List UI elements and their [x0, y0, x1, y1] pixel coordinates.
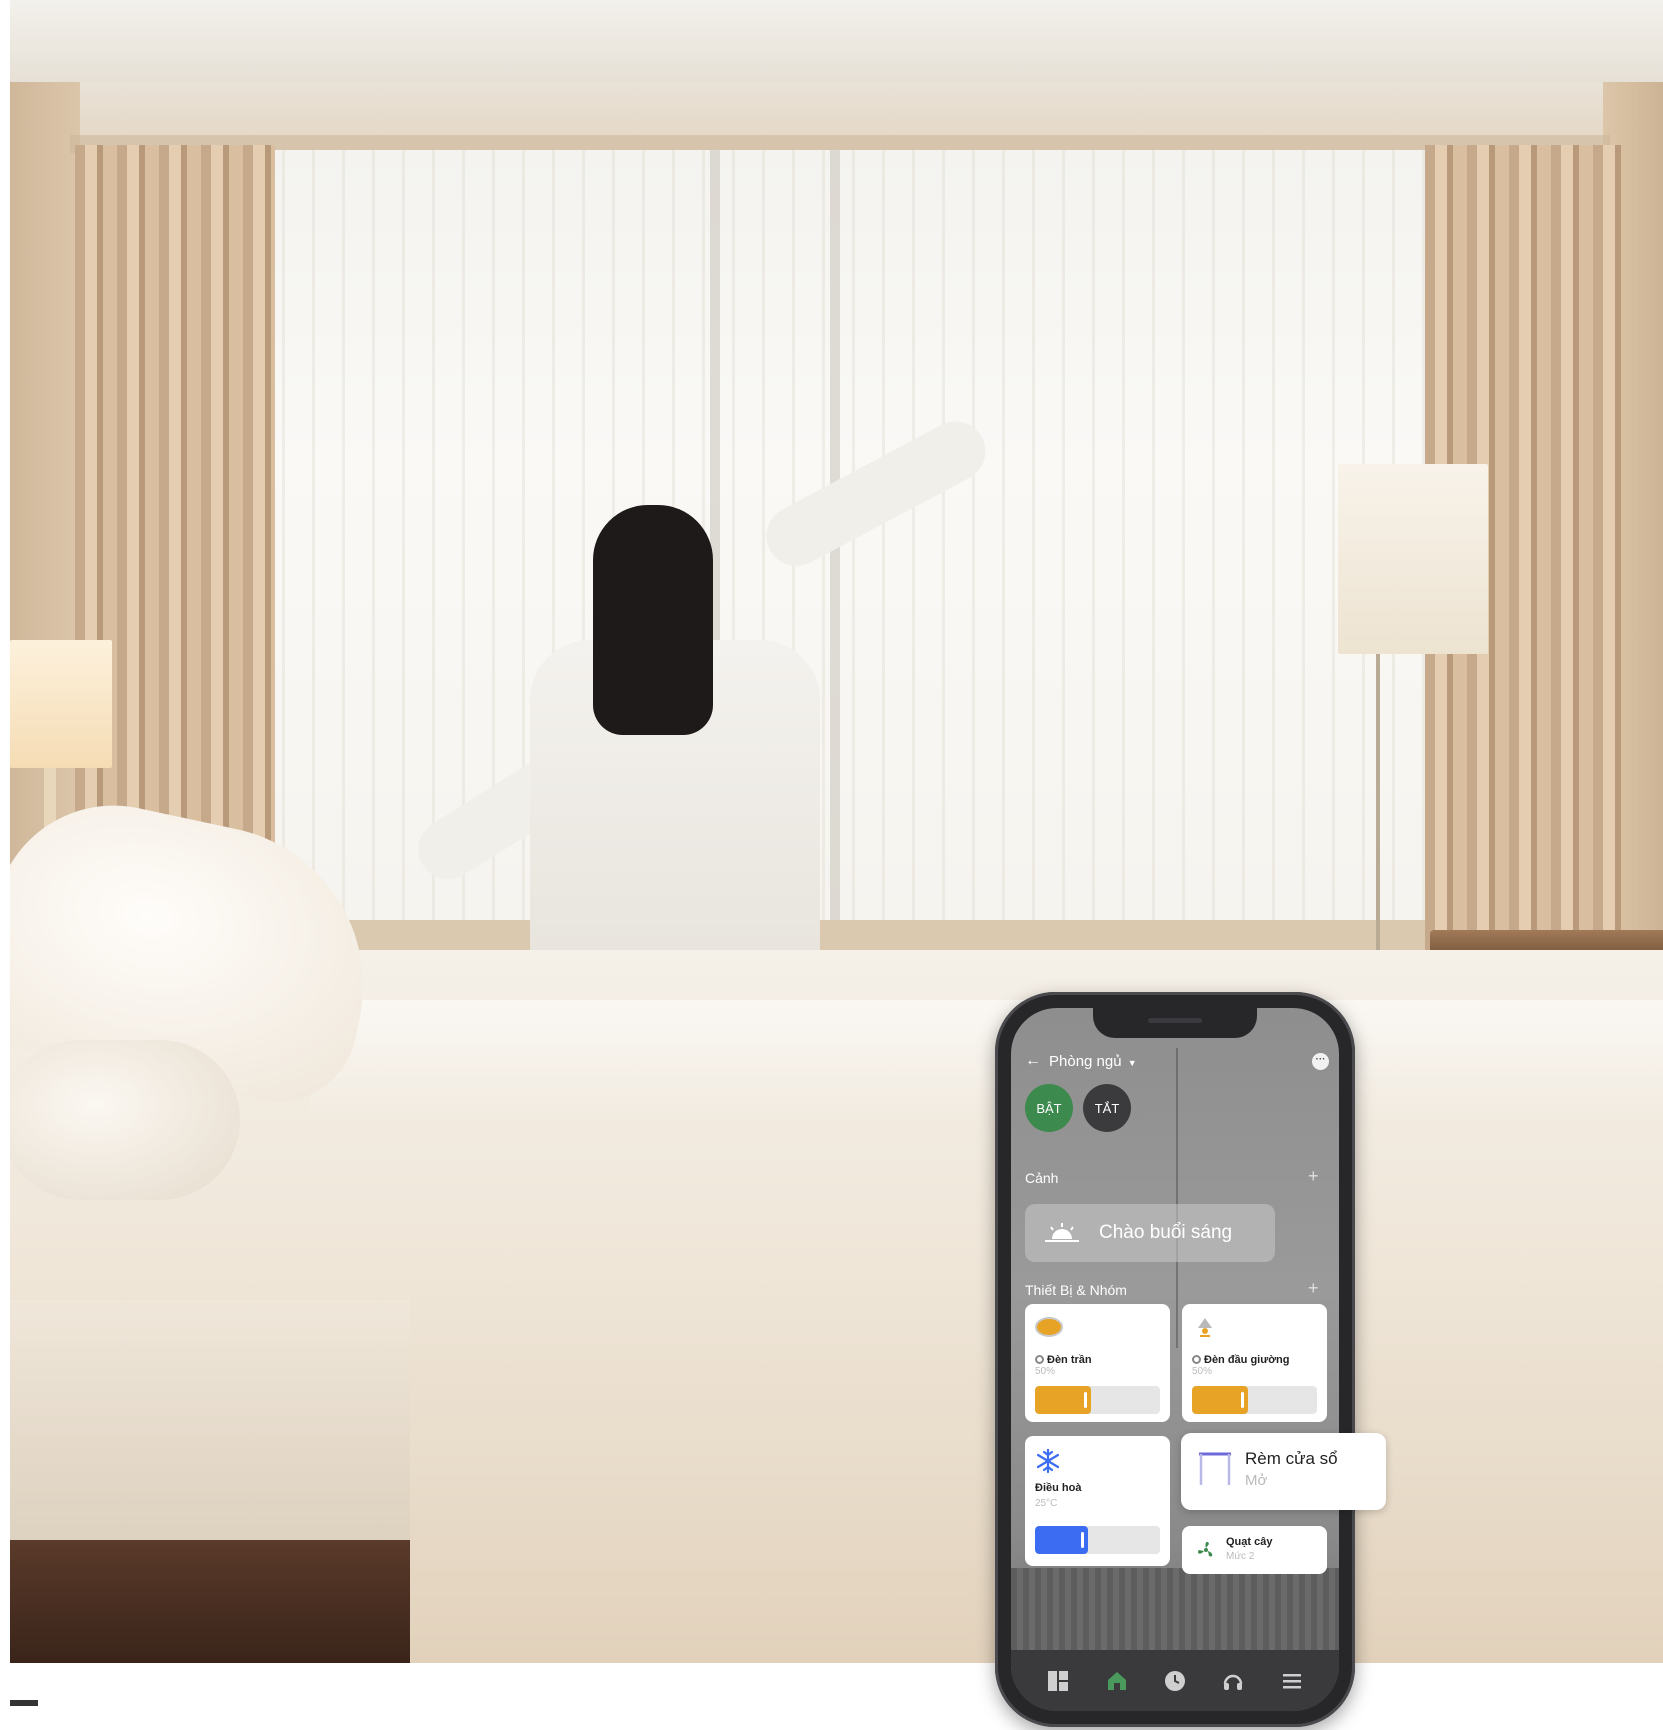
menu-icon[interactable] [1278, 1667, 1306, 1695]
slider-handle[interactable] [1241, 1392, 1244, 1408]
slider-fill [1035, 1386, 1091, 1414]
phone-speaker [1148, 1018, 1202, 1023]
device-name: Rèm cửa sổ [1245, 1449, 1338, 1468]
scene-morning-button[interactable]: Chào buổi sáng [1025, 1204, 1275, 1262]
plus-icon[interactable]: + [1308, 1166, 1319, 1187]
device-status: 25°C [1035, 1498, 1058, 1509]
device-card-fan[interactable]: Quạt cây Mức 2 [1182, 1526, 1327, 1574]
brightness-slider[interactable] [1192, 1386, 1317, 1414]
brightness-slider[interactable] [1035, 1386, 1160, 1414]
ceiling [10, 0, 1663, 82]
person-hair [593, 505, 713, 735]
room-title-label: Phòng ngủ [1049, 1052, 1122, 1070]
dashboard-icon[interactable] [1044, 1667, 1072, 1695]
scene-label: Chào buổi sáng [1099, 1222, 1233, 1243]
sunrise-icon [1045, 1223, 1079, 1242]
headphones-icon[interactable] [1219, 1667, 1247, 1695]
clock-icon[interactable] [1161, 1667, 1189, 1695]
plus-icon[interactable]: + [1308, 1278, 1319, 1299]
snowflake-icon [1036, 1448, 1060, 1474]
all-on-label: BẬT [1036, 1100, 1062, 1116]
room-title[interactable]: Phòng ngủ ▼ [1049, 1053, 1137, 1070]
device-card-curtain[interactable]: Rèm cửa sổ Mở [1181, 1433, 1386, 1510]
device-name: Quạt cây [1226, 1536, 1273, 1548]
nightstand-base [10, 1540, 410, 1663]
temperature-slider[interactable] [1035, 1526, 1160, 1554]
left-lamp-shade [10, 640, 112, 768]
device-name: Điều hoà [1035, 1482, 1082, 1494]
device-card-bedside-lamp[interactable]: Đèn đầu giường 50% [1182, 1304, 1327, 1422]
power-toggle-icon[interactable] [1035, 1355, 1044, 1364]
all-off-button[interactable]: TẮT [1083, 1084, 1131, 1132]
scenes-section-title: Cảnh [1025, 1170, 1059, 1186]
devices-section-title: Thiết Bị & Nhóm [1025, 1282, 1127, 1298]
device-name: Đèn trần [1047, 1354, 1092, 1366]
floor-lamp-shade [1338, 464, 1488, 654]
device-status: Mức 2 [1226, 1551, 1255, 1562]
device-name: Đèn đầu giường [1204, 1354, 1290, 1366]
bedroom-photo [10, 0, 1663, 1663]
phone-mockup: ← Phòng ngủ ▼ ··· BẬT TẮT Cảnh + Chào bu… [995, 992, 1355, 1727]
device-card-air-conditioner[interactable]: Điều hoà 25°C [1025, 1436, 1170, 1566]
app-screen: ← Phòng ngủ ▼ ··· BẬT TẮT Cảnh + Chào bu… [1011, 1008, 1339, 1711]
slider-handle[interactable] [1084, 1392, 1087, 1408]
page-mark [10, 1700, 38, 1706]
ceiling-light-icon [1035, 1317, 1063, 1337]
screen-bg-detail [1176, 1048, 1178, 1348]
slider-fill [1192, 1386, 1248, 1414]
bedside-lamp-icon [1198, 1318, 1212, 1337]
curtain-icon [1199, 1452, 1231, 1485]
fan-icon [1197, 1541, 1213, 1557]
device-status: Mở [1245, 1472, 1268, 1489]
device-status: 50% [1035, 1366, 1056, 1377]
device-card-ceiling-light[interactable]: Đèn trần 50% [1025, 1304, 1170, 1422]
caret-down-icon: ▼ [1127, 1057, 1137, 1068]
device-status: 50% [1192, 1366, 1213, 1377]
marketing-stage: ← Phòng ngủ ▼ ··· BẬT TẮT Cảnh + Chào bu… [0, 0, 1663, 1730]
home-icon[interactable] [1103, 1667, 1131, 1695]
all-on-button[interactable]: BẬT [1025, 1084, 1073, 1132]
screen-bg-detail [1011, 1568, 1339, 1658]
more-horizontal-icon[interactable]: ··· [1312, 1053, 1329, 1070]
arrow-left-icon[interactable]: ← [1025, 1052, 1041, 1070]
slider-handle[interactable] [1081, 1532, 1084, 1548]
power-toggle-icon[interactable] [1192, 1355, 1201, 1364]
pillow [10, 1040, 240, 1200]
all-off-label: TẮT [1094, 1100, 1120, 1116]
phone-notch [1093, 1008, 1257, 1038]
room-header: ← Phòng ngủ ▼ [1025, 1052, 1137, 1070]
bottom-tab-bar [1011, 1650, 1339, 1711]
bed-highlight [310, 1000, 1663, 1120]
